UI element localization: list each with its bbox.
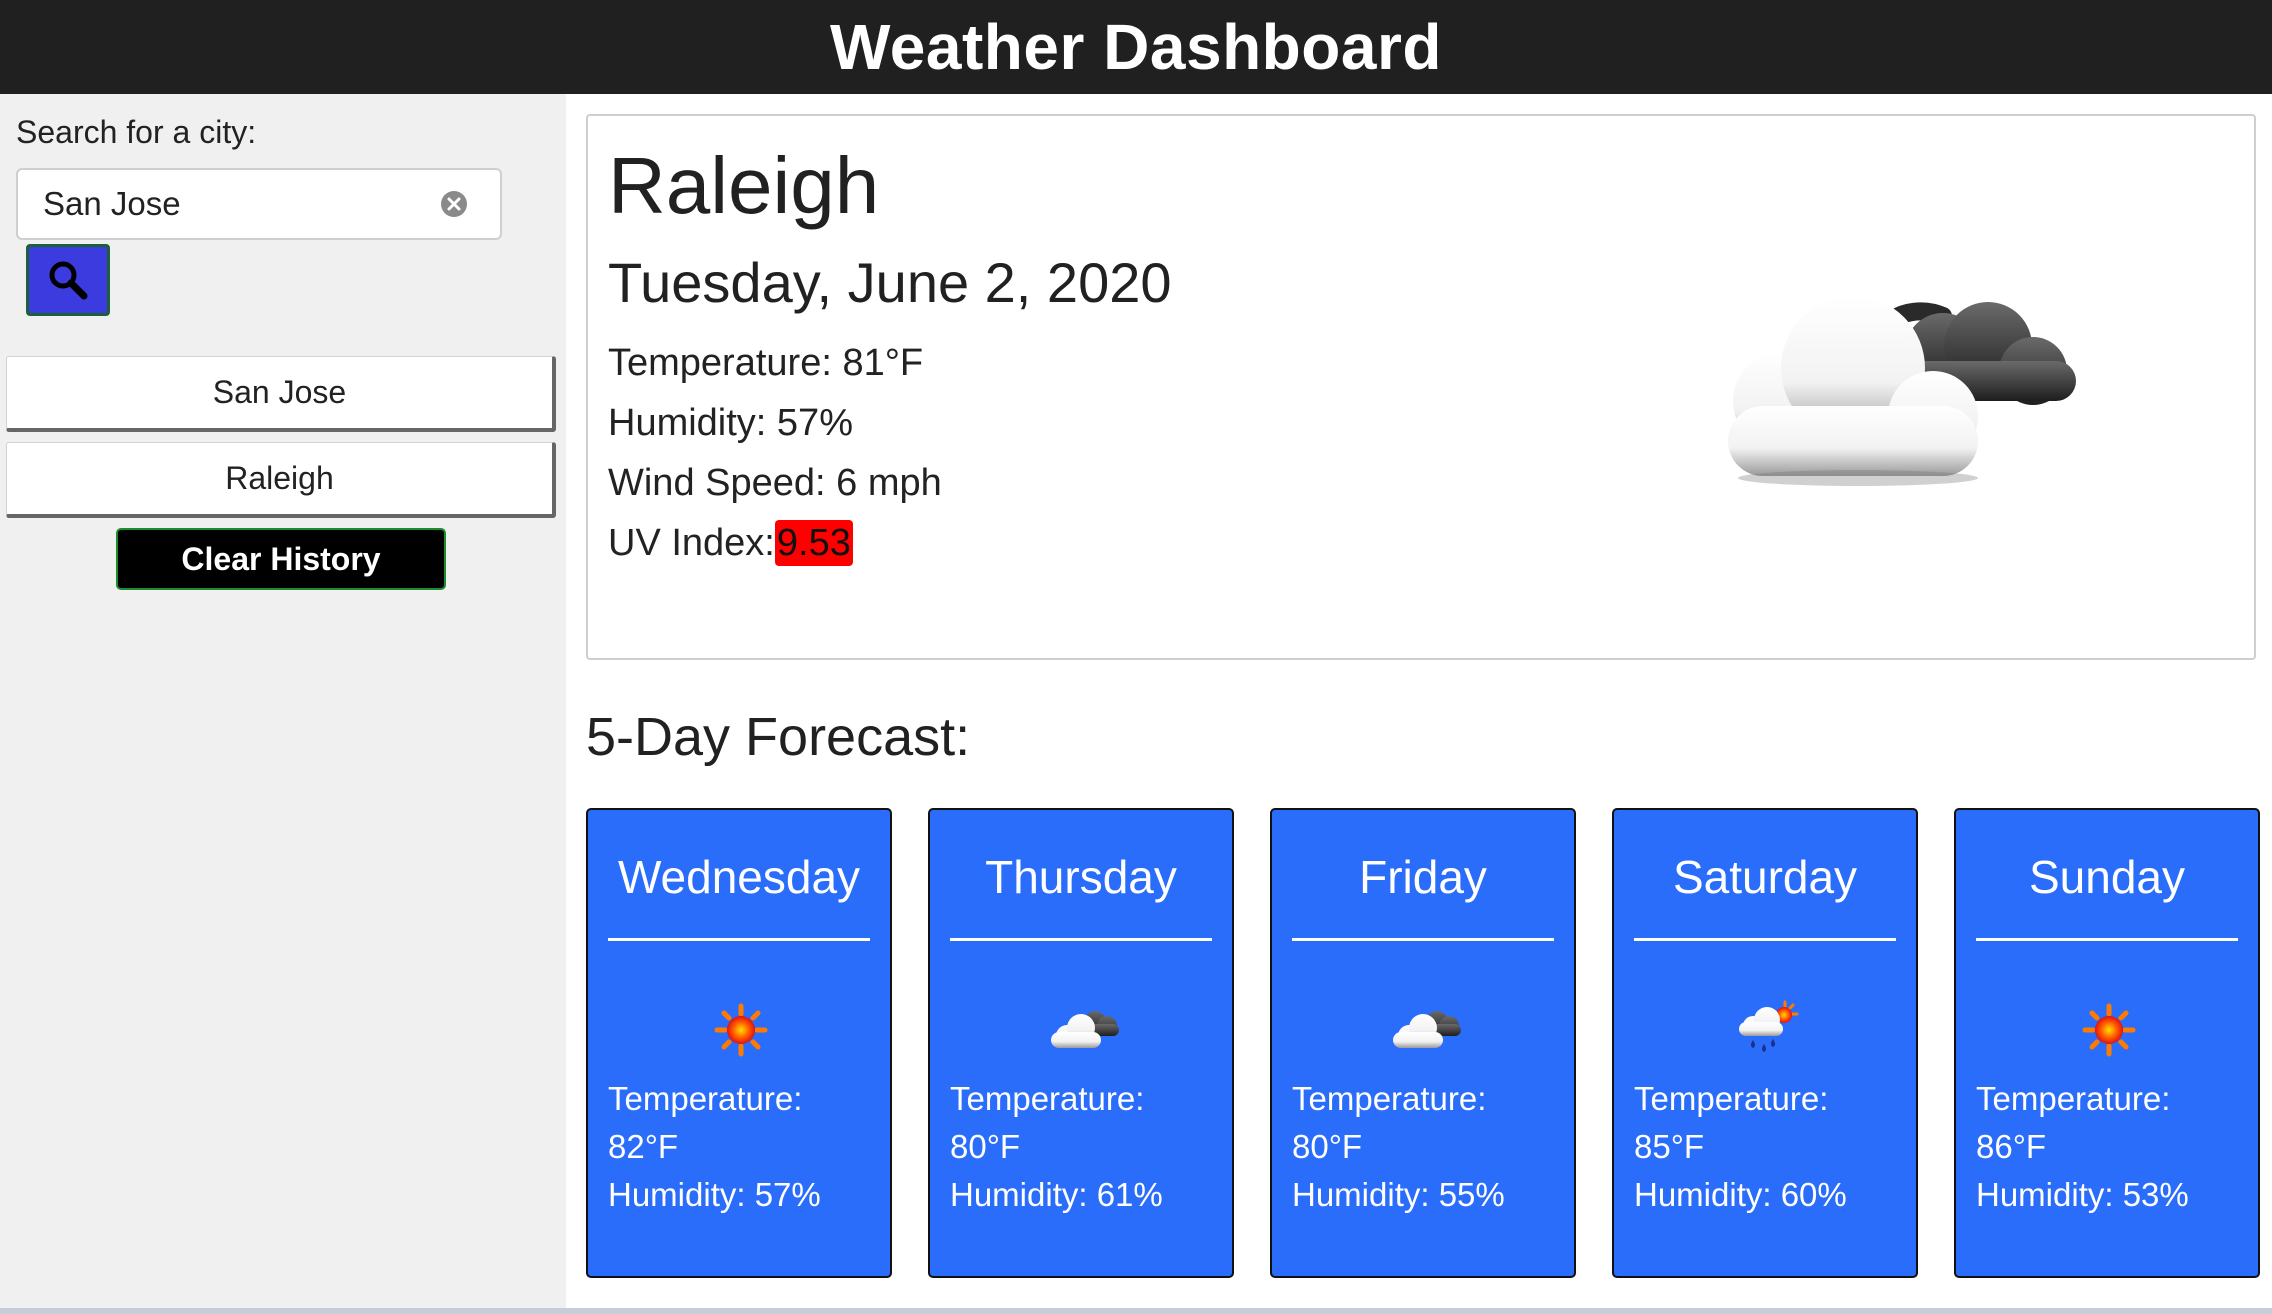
- forecast-temperature: 80°F: [1292, 1128, 1363, 1165]
- current-uv-row: UV Index:9.53: [608, 520, 853, 566]
- forecast-temperature-label: Temperature:: [1634, 1080, 1829, 1117]
- forecast-temperature: 85°F: [1634, 1128, 1705, 1165]
- sun-icon: [714, 1003, 768, 1057]
- card-divider: [608, 938, 870, 941]
- rain-sun-icon: [1739, 1000, 1799, 1052]
- search-button[interactable]: [26, 244, 110, 316]
- clear-history-button[interactable]: Clear History: [116, 528, 446, 590]
- search-label: Search for a city:: [16, 114, 257, 150]
- forecast-card: Wednesday Temperature: 82°F Humidity: 57…: [586, 808, 892, 1278]
- forecast-temperature-label: Temperature:: [950, 1080, 1145, 1117]
- sun-icon: [2082, 1003, 2136, 1057]
- header-bar: Weather Dashboard: [0, 0, 2272, 94]
- uv-label: UV Index:: [608, 522, 775, 564]
- forecast-temperature: 82°F: [608, 1128, 679, 1165]
- sidebar: Search for a city: San Jose San Jose Ral…: [0, 94, 566, 1314]
- forecast-day: Thursday: [985, 851, 1177, 903]
- search-input[interactable]: San Jose: [16, 168, 502, 240]
- bottom-divider: [0, 1308, 2272, 1314]
- card-divider: [1976, 938, 2238, 941]
- forecast-temperature-label: Temperature:: [1976, 1080, 2171, 1117]
- forecast-temperature: 80°F: [950, 1128, 1021, 1165]
- search-input-value[interactable]: San Jose: [18, 185, 434, 223]
- forecast-temperature: 86°F: [1976, 1128, 2047, 1165]
- forecast-card: Friday Temperature: 80°F Humidity: 55%: [1270, 808, 1576, 1278]
- card-divider: [1292, 938, 1554, 941]
- city-name: Raleigh: [608, 141, 880, 230]
- history-item-raleigh[interactable]: Raleigh: [6, 442, 556, 518]
- cloudy-moon-icon: [1728, 296, 2076, 486]
- uv-badge: 9.53: [774, 520, 853, 566]
- forecast-day: Sunday: [2028, 851, 2185, 903]
- forecast-temperature-label: Temperature:: [608, 1080, 803, 1117]
- page-title: Weather Dashboard: [830, 11, 1442, 83]
- forecast-day: Saturday: [1672, 851, 1858, 903]
- forecast-humidity: Humidity: 57%: [608, 1176, 821, 1213]
- forecast-humidity: Humidity: 60%: [1634, 1176, 1847, 1213]
- card-divider: [1634, 938, 1896, 941]
- search-icon: [49, 261, 88, 300]
- card-divider: [950, 938, 1212, 941]
- forecast-humidity: Humidity: 53%: [1976, 1176, 2189, 1213]
- forecast-day: Wednesday: [617, 851, 861, 903]
- forecast-card: Saturday Temperature: 85°F Humidity: 60%: [1612, 808, 1918, 1278]
- forecast-card: Thursday Temperature: 80°F Humidity: 61%: [928, 808, 1234, 1278]
- forecast-temperature-label: Temperature:: [1292, 1080, 1487, 1117]
- forecast-day: Friday: [1359, 851, 1487, 903]
- current-wind-speed: Wind Speed: 6 mph: [608, 462, 942, 504]
- forecast-humidity: Humidity: 61%: [950, 1176, 1163, 1213]
- current-weather-card: Raleigh Tuesday, June 2, 2020 Temperatur…: [586, 114, 2256, 660]
- forecast-title: 5-Day Forecast:: [586, 707, 971, 767]
- current-temperature: Temperature: 81°F: [608, 342, 924, 384]
- forecast-card: Sunday Temperature: 86°F Humidity: 53%: [1954, 808, 2260, 1278]
- forecast-humidity: Humidity: 55%: [1292, 1176, 1505, 1213]
- current-humidity: Humidity: 57%: [608, 402, 853, 444]
- history-item-san-jose[interactable]: San Jose: [6, 356, 556, 432]
- current-date: Tuesday, June 2, 2020: [608, 251, 1172, 314]
- clear-input-icon[interactable]: [434, 184, 474, 224]
- cloudy-icon: [1393, 1011, 1461, 1048]
- cloudy-icon: [1051, 1011, 1119, 1048]
